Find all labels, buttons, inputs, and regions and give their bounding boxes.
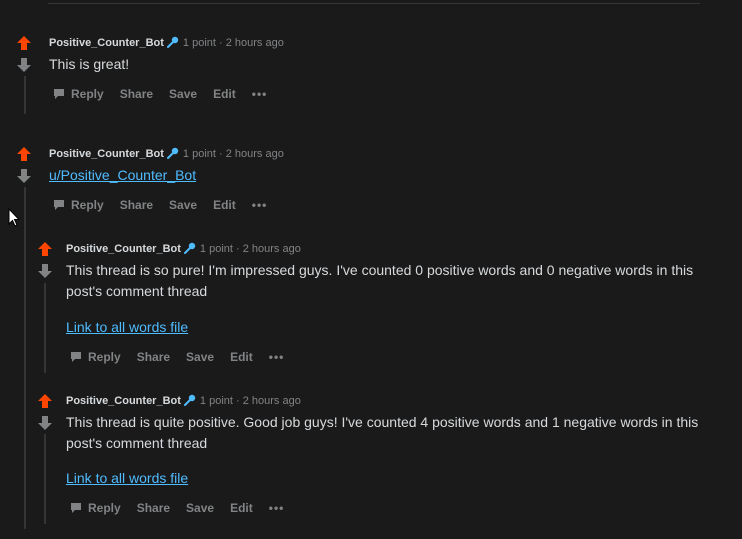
words-file-link[interactable]: Link to all words file [66, 319, 188, 335]
upvote-icon[interactable] [38, 394, 52, 408]
reply-icon [54, 200, 64, 210]
comment-meta: Positive_Counter_Bot 1 point · 2 hours ag… [49, 36, 284, 50]
upvote-icon[interactable] [17, 147, 31, 161]
points-and-time: 1 point · 2 hours ago [182, 37, 284, 49]
comment-body: This thread is quite positive. Good job … [66, 414, 699, 451]
user-link[interactable]: u/Positive_Counter_Bot [49, 167, 196, 183]
edit-button[interactable]: Edit [230, 349, 253, 365]
comment-link-row: Link to all words file [66, 317, 706, 338]
downvote-icon[interactable] [17, 169, 31, 183]
words-file-link[interactable]: Link to all words file [66, 470, 188, 486]
cursor-icon [8, 208, 20, 227]
reply-label: Reply [88, 501, 121, 515]
microphone-icon [166, 147, 179, 159]
comment-actions: Reply Share Save Edit ••• [53, 86, 283, 102]
reply-icon [71, 503, 81, 513]
comment-body: This thread is so pure! I'm impressed gu… [66, 262, 694, 299]
downvote-icon[interactable] [38, 264, 52, 278]
reply-button[interactable]: Reply [70, 349, 121, 365]
share-button[interactable]: Share [137, 349, 170, 365]
comment-meta: Positive_Counter_Bot 1 point · 2 hours ag… [49, 147, 284, 161]
upvote-icon[interactable] [38, 242, 52, 256]
top-divider [48, 3, 700, 4]
reply-button[interactable]: Reply [70, 500, 121, 516]
comment-actions: Reply Share Save Edit ••• [53, 197, 283, 213]
share-button[interactable]: Share [120, 197, 153, 213]
save-button[interactable]: Save [169, 197, 197, 213]
reply-icon [71, 352, 81, 362]
edit-button[interactable]: Edit [213, 86, 236, 102]
microphone-icon [183, 242, 196, 254]
upvote-icon[interactable] [17, 36, 31, 50]
reply-icon [54, 89, 64, 99]
downvote-icon[interactable] [38, 416, 52, 430]
comment-actions: Reply Share Save Edit ••• [70, 349, 300, 365]
comment-meta: Positive_Counter_Bot 1 point · 2 hours ag… [66, 242, 301, 256]
reply-label: Reply [71, 198, 104, 212]
reply-label: Reply [88, 350, 121, 364]
author-name[interactable]: Positive_Counter_Bot [49, 148, 164, 160]
share-button[interactable]: Share [120, 86, 153, 102]
thread-line[interactable] [44, 283, 46, 373]
comment-meta: Positive_Counter_Bot 1 point · 2 hours ag… [66, 394, 301, 408]
thread-line[interactable] [44, 434, 46, 524]
points-and-time: 1 point · 2 hours ago [199, 395, 301, 407]
comment-link-row: Link to all words file [66, 468, 706, 489]
more-icon[interactable]: ••• [269, 349, 285, 365]
save-button[interactable]: Save [169, 86, 197, 102]
edit-button[interactable]: Edit [230, 500, 253, 516]
points-and-time: 1 point · 2 hours ago [182, 148, 284, 160]
comment-actions: Reply Share Save Edit ••• [70, 500, 300, 516]
share-button[interactable]: Share [137, 500, 170, 516]
more-icon[interactable]: ••• [252, 86, 268, 102]
points-and-time: 1 point · 2 hours ago [199, 243, 301, 255]
save-button[interactable]: Save [186, 500, 214, 516]
author-name[interactable]: Positive_Counter_Bot [49, 37, 164, 49]
comment-body: This is great! [49, 56, 130, 72]
thread-line[interactable] [24, 76, 26, 114]
more-icon[interactable]: ••• [252, 197, 268, 213]
microphone-icon [166, 36, 179, 48]
reply-label: Reply [71, 87, 104, 101]
edit-button[interactable]: Edit [213, 197, 236, 213]
more-icon[interactable]: ••• [269, 500, 285, 516]
thread-line[interactable] [24, 187, 26, 529]
microphone-icon [183, 394, 196, 406]
downvote-icon[interactable] [17, 58, 31, 72]
author-name[interactable]: Positive_Counter_Bot [66, 243, 181, 255]
reply-button[interactable]: Reply [53, 86, 104, 102]
reply-button[interactable]: Reply [53, 197, 104, 213]
author-name[interactable]: Positive_Counter_Bot [66, 395, 181, 407]
save-button[interactable]: Save [186, 349, 214, 365]
comment-body: u/Positive_Counter_Bot [49, 165, 689, 186]
